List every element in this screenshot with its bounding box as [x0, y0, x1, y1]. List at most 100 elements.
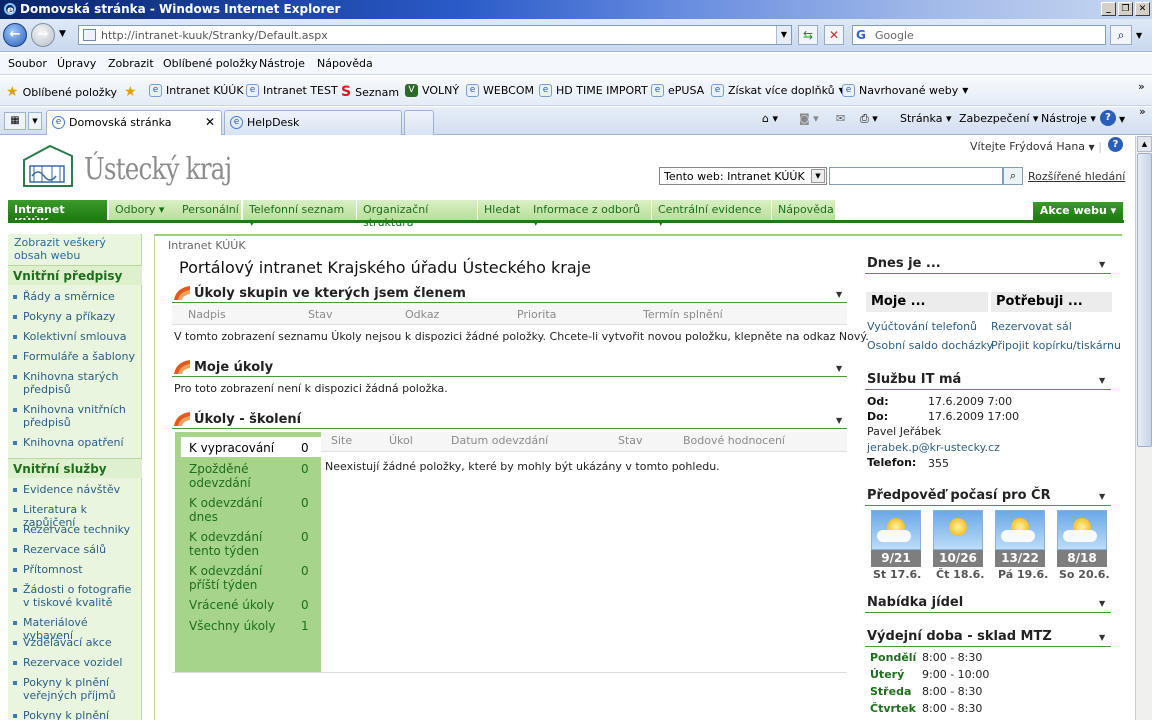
leftnav-link[interactable]: Formuláře a šablony: [13, 350, 138, 363]
view-all-content-link[interactable]: Zobrazit veškerý obsah webu: [14, 236, 138, 262]
search-input[interactable]: G Google: [852, 25, 1106, 45]
nav-organizacni-struktura[interactable]: Organizační struktura: [357, 200, 478, 229]
site-search-input[interactable]: [829, 167, 1003, 185]
webpart-menu-icon[interactable]: ▼: [1099, 492, 1105, 501]
leftnav-link[interactable]: Knihovna vnitřních předpisů: [13, 403, 138, 429]
webpart-menu-icon[interactable]: ▼: [836, 416, 842, 425]
menu-favorites[interactable]: Oblíbené položky: [163, 57, 258, 70]
column-header[interactable]: Nadpis: [188, 308, 226, 321]
filter-returned[interactable]: Vrácené úkoly: [189, 598, 287, 612]
column-header[interactable]: Bodové hodnocení: [683, 434, 785, 447]
nav-centralni-evidence[interactable]: Centrální evidence ▾: [652, 200, 772, 229]
page-menu[interactable]: Stránka ▾: [900, 112, 951, 125]
leftnav-link[interactable]: Žádosti o fotografie v tiskové kvalitě: [13, 583, 138, 609]
tab-helpdesk[interactable]: e HelpDesk: [224, 110, 402, 135]
leftnav-link[interactable]: Pokyny k plnění veřejných příjmů: [13, 676, 138, 702]
webpart-menu-icon[interactable]: ▼: [1099, 599, 1105, 608]
nav-personalni[interactable]: Personální: [176, 200, 242, 220]
add-favorite-button[interactable]: ★: [124, 84, 137, 100]
search-icon[interactable]: ⌕: [1110, 25, 1132, 45]
minimize-button[interactable]: _: [1101, 2, 1116, 16]
leftnav-link[interactable]: Rezervace techniky: [13, 523, 138, 536]
filter-all[interactable]: Všechny úkoly: [189, 619, 287, 633]
section-vnitrni-predpisy[interactable]: Vnitřní předpisy: [8, 265, 142, 285]
leftnav-link[interactable]: Přítomnost: [13, 563, 138, 576]
filter-late[interactable]: Zpožděné odevzdání: [189, 462, 287, 490]
close-window-button[interactable]: ✕: [1135, 2, 1150, 16]
more-favorites-icon[interactable]: »: [1138, 80, 1145, 93]
search-options-icon[interactable]: ▼: [1136, 31, 1142, 40]
fav-intranet-kuuk[interactable]: e Intranet KÚÚK: [149, 84, 244, 97]
fav-more-addons[interactable]: eZískat více doplňků▼: [711, 84, 845, 97]
leftnav-link[interactable]: Vzdělávací akce: [13, 636, 138, 649]
scroll-up-icon[interactable]: ▲: [1137, 136, 1152, 152]
leftnav-link[interactable]: Evidence návštěv: [13, 483, 138, 496]
menu-file[interactable]: Soubor: [8, 57, 47, 70]
filter-to-do[interactable]: K vypracování: [189, 441, 287, 455]
welcome-menu[interactable]: Vítejte Frýdová Hana ▼ |: [970, 140, 1102, 153]
fav-volny[interactable]: V VOLNÝ: [405, 84, 459, 97]
fav-intranet-test[interactable]: e Intranet TEST: [246, 84, 338, 97]
column-header[interactable]: Stav: [308, 308, 333, 321]
nav-intranet-kuuk[interactable]: Intranet KÚÚK: [8, 200, 108, 229]
column-header[interactable]: Site: [331, 434, 352, 447]
maximize-button[interactable]: ❐: [1118, 2, 1133, 16]
connect-printer-link[interactable]: Připojit kopírku/tiskárnu: [991, 339, 1121, 352]
fav-suggested-sites[interactable]: e Navrhované weby ▼: [842, 84, 968, 97]
column-header[interactable]: Odkaz: [405, 308, 439, 321]
section-vnitrni-sluzby[interactable]: Vnitřní služby: [8, 458, 142, 478]
mail-icon[interactable]: ✉: [836, 112, 845, 125]
menu-view[interactable]: Zobrazit: [108, 57, 154, 70]
close-tab-icon[interactable]: ✕: [205, 115, 215, 129]
tab-home[interactable]: e Domovská stránka ✕: [46, 110, 222, 135]
it-email-link[interactable]: jerabek.p@kr-ustecky.cz: [867, 441, 1000, 454]
leftnav-link[interactable]: Pokyny a příkazy: [13, 310, 138, 323]
fav-seznam[interactable]: S Seznam: [341, 84, 399, 100]
leftnav-link[interactable]: Kolektivní smlouva: [13, 330, 138, 343]
new-tab-button[interactable]: [404, 110, 434, 135]
leftnav-link[interactable]: Řády a směrnice: [13, 290, 138, 303]
forward-button[interactable]: →: [31, 23, 55, 47]
leftnav-link[interactable]: Pokyny k plnění: [13, 709, 138, 720]
nav-napoveda[interactable]: Nápověda: [772, 200, 836, 220]
attendance-balance-link[interactable]: Osobní saldo docházky: [867, 339, 993, 352]
url-dropdown-icon[interactable]: ▼: [776, 26, 791, 44]
nav-hledat[interactable]: Hledat: [478, 200, 528, 220]
column-header[interactable]: Termín splnění: [643, 308, 723, 321]
webpart-menu-icon[interactable]: ▼: [836, 364, 842, 373]
url-input[interactable]: http://intranet-kuuk/Stranky/Default.asp…: [78, 25, 792, 45]
search-icon[interactable]: ⌕: [1003, 167, 1023, 185]
webpart-menu-icon[interactable]: ▼: [1099, 260, 1105, 269]
menu-edit[interactable]: Úpravy: [57, 57, 96, 70]
print-icon[interactable]: ⎙ ▾: [860, 112, 878, 126]
home-icon[interactable]: ⌂ ▾: [762, 112, 778, 125]
help-icon[interactable]: ?: [1100, 110, 1116, 126]
column-header[interactable]: Stav: [618, 434, 643, 447]
help-icon[interactable]: ?: [1108, 137, 1123, 152]
menu-tools[interactable]: Nástroje: [259, 57, 305, 70]
column-header[interactable]: Priorita: [517, 308, 556, 321]
filter-due-this-week[interactable]: K odevzdání tento týden: [189, 530, 287, 558]
refresh-button[interactable]: ⇆: [798, 25, 818, 45]
nav-odbory[interactable]: Odbory ▾: [109, 200, 177, 220]
book-room-link[interactable]: Rezervovat sál: [991, 320, 1072, 333]
fav-hd-time-import[interactable]: e HD TIME IMPORT: [539, 84, 648, 97]
menu-help[interactable]: Nápověda: [317, 57, 373, 70]
site-logo-text[interactable]: Ústecký kraj: [84, 152, 232, 187]
history-dropdown-icon[interactable]: ▼: [59, 29, 66, 39]
advanced-search-link[interactable]: Rozšířené hledání: [1028, 170, 1125, 183]
column-header[interactable]: Úkol: [389, 434, 413, 447]
phone-billing-link[interactable]: Vyúčtování telefonů: [867, 320, 977, 333]
webpart-menu-icon[interactable]: ▼: [836, 290, 842, 299]
breadcrumb[interactable]: Intranet KÚÚK: [168, 239, 246, 252]
favorites-button[interactable]: ★ Oblíbené položky: [6, 84, 117, 100]
leftnav-link[interactable]: Knihovna starých předpisů: [13, 370, 138, 396]
leftnav-link[interactable]: Knihovna opatření: [13, 436, 138, 449]
leftnav-link[interactable]: Rezervace vozidel: [13, 656, 138, 669]
fav-epusa[interactable]: e ePUSA: [651, 84, 704, 97]
webpart-menu-icon[interactable]: ▼: [1099, 376, 1105, 385]
column-header[interactable]: Datum odevzdání: [451, 434, 548, 447]
filter-due-next-week[interactable]: K odevzdání příští týden: [189, 564, 287, 592]
chevron-down-icon[interactable]: ▼: [1119, 115, 1125, 124]
safety-menu[interactable]: Zabezpečení ▾: [959, 112, 1038, 125]
